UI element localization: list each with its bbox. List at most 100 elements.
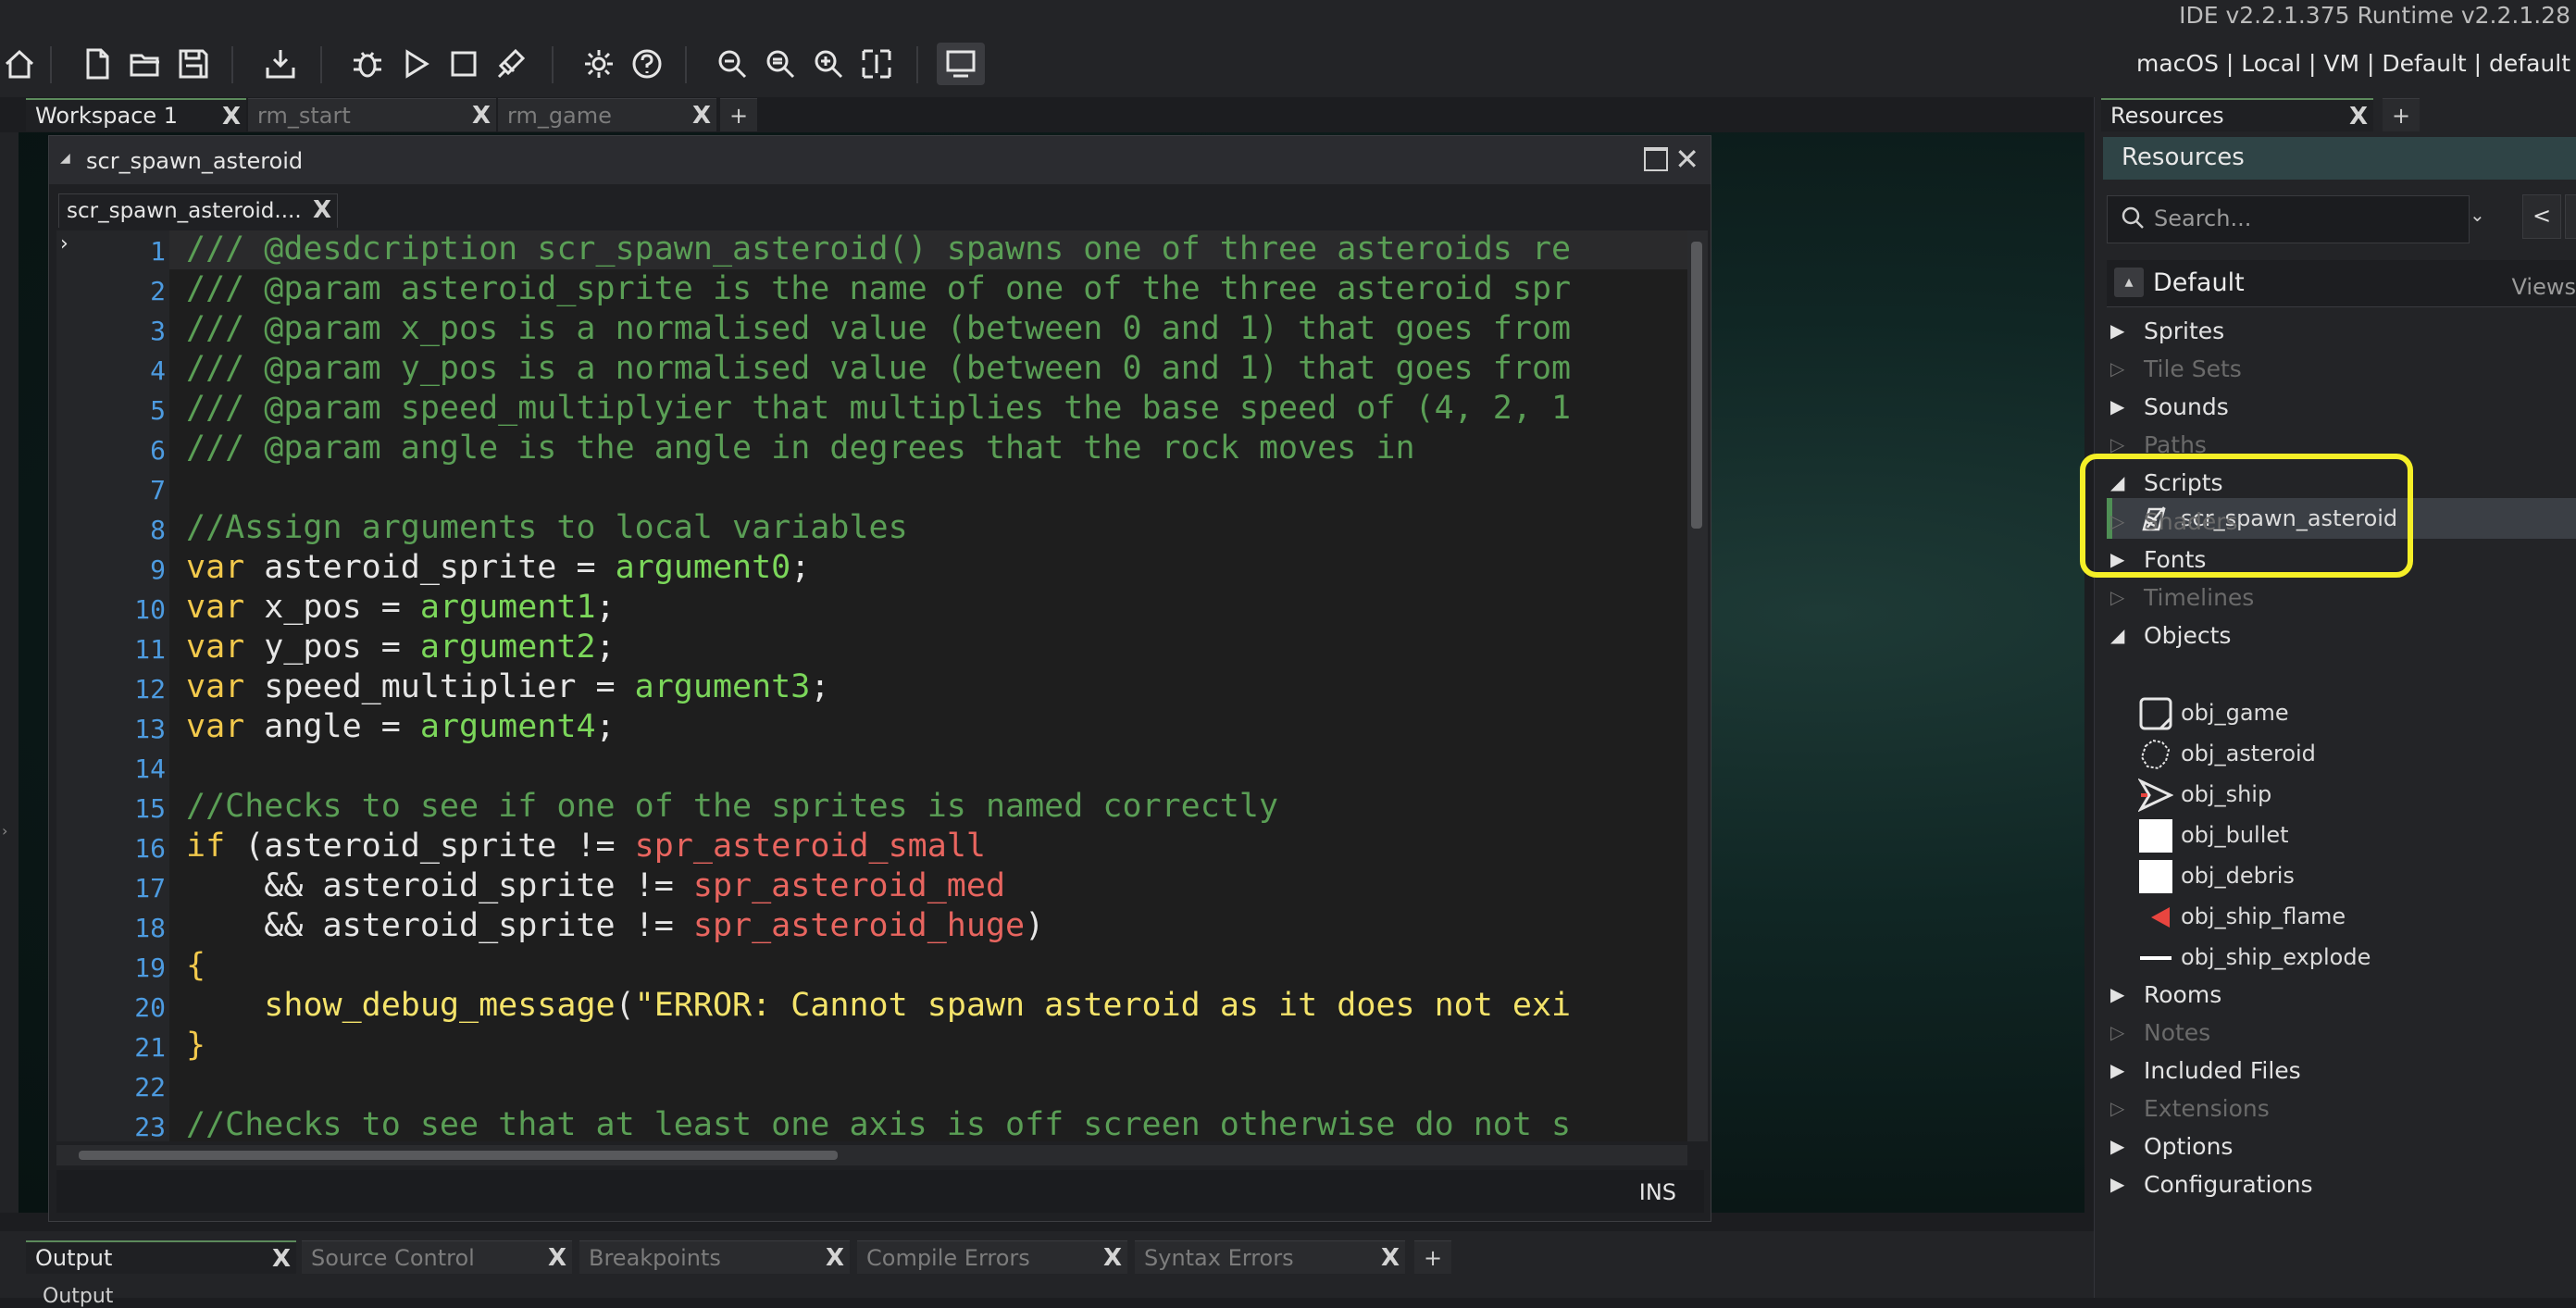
- line-number: 21: [134, 1032, 166, 1063]
- collapsed-arrow-icon[interactable]: ▶: [2110, 983, 2124, 1005]
- toolbar-divider: [916, 46, 918, 83]
- settings-icon[interactable]: [579, 43, 618, 85]
- tab-breakpoints[interactable]: Breakpoints X: [579, 1240, 850, 1274]
- code-line: var angle = argument4;: [186, 708, 616, 745]
- nav-back-button[interactable]: <: [2522, 194, 2561, 239]
- code-window-title: scr_spawn_asteroid: [86, 148, 304, 174]
- chevron-down-icon[interactable]: ⌄: [2470, 204, 2485, 226]
- code-editor-window: ◢ scr_spawn_asteroid ✕ scr_spawn_asteroi…: [48, 135, 1711, 1222]
- nav-forward-button[interactable]: [2565, 194, 2576, 239]
- tab-rm-start[interactable]: rm_start X: [248, 98, 496, 131]
- code-window-titlebar[interactable]: ◢ scr_spawn_asteroid ✕: [49, 136, 1711, 184]
- expanded-arrow-icon[interactable]: ◢: [2110, 624, 2124, 646]
- tab-resources[interactable]: Resources X: [2101, 98, 2373, 131]
- line-number: 9: [150, 554, 166, 585]
- debug-icon[interactable]: [348, 43, 387, 85]
- code-token: var: [186, 589, 245, 626]
- tree-group-label: Included Files: [2144, 1057, 2301, 1084]
- box-outline-icon: [2139, 697, 2172, 730]
- help-icon[interactable]: [628, 43, 666, 85]
- tab-syntax-errors[interactable]: Syntax Errors X: [1135, 1240, 1405, 1274]
- close-icon[interactable]: X: [472, 102, 491, 130]
- collapse-triangle-icon[interactable]: ◢: [60, 151, 70, 166]
- export-icon[interactable]: [261, 43, 300, 85]
- white-square-icon: [2139, 860, 2172, 893]
- add-tab-button[interactable]: +: [2383, 98, 2420, 131]
- line-number: 16: [134, 833, 166, 864]
- collapsed-arrow-icon[interactable]: ▶: [2110, 1135, 2124, 1157]
- close-icon[interactable]: X: [313, 196, 331, 224]
- tab-label: Output: [35, 1245, 113, 1271]
- close-icon[interactable]: X: [272, 1245, 291, 1273]
- home-icon[interactable]: [0, 43, 39, 85]
- collapsed-arrow-icon[interactable]: ▷: [2110, 357, 2124, 380]
- close-icon[interactable]: X: [548, 1244, 566, 1272]
- close-icon[interactable]: X: [826, 1244, 844, 1272]
- collapsed-arrow-icon[interactable]: ▷: [2110, 586, 2124, 608]
- collapsed-arrow-icon[interactable]: ▶: [2110, 1059, 2124, 1081]
- tree-item-label: obj_asteroid: [2181, 741, 2316, 766]
- zoom-out-icon[interactable]: [713, 43, 752, 85]
- open-folder-icon[interactable]: [126, 43, 165, 85]
- tree-group-label: Shaders: [2144, 508, 2238, 535]
- tab-output[interactable]: Output X: [26, 1240, 296, 1274]
- default-view-row[interactable]: ▴ Default Views: [2107, 260, 2576, 307]
- close-icon[interactable]: X: [222, 103, 241, 131]
- collapsed-arrow-icon[interactable]: ▶: [2110, 548, 2124, 570]
- code-line: /// @param y_pos is a normalised value (…: [186, 350, 1571, 387]
- tab-source-control[interactable]: Source Control X: [302, 1240, 572, 1274]
- code-token: {: [186, 947, 206, 984]
- close-icon[interactable]: ✕: [1674, 142, 1699, 177]
- stop-icon[interactable]: [444, 43, 483, 85]
- expanded-arrow-icon[interactable]: ◢: [2110, 471, 2124, 493]
- add-tab-button[interactable]: +: [720, 98, 757, 131]
- code-token: //Checks to see if one of the sprites is…: [186, 788, 1279, 825]
- views-button[interactable]: Views: [2512, 274, 2576, 300]
- clean-icon[interactable]: [492, 43, 531, 85]
- close-icon[interactable]: X: [2349, 103, 2368, 131]
- chevron-right-icon[interactable]: ›: [2, 822, 7, 840]
- collapsed-arrow-icon[interactable]: ▶: [2110, 319, 2124, 342]
- script-subtab[interactable]: scr_spawn_asteroid.... X: [58, 193, 338, 228]
- code-token: var: [186, 668, 245, 705]
- fit-icon[interactable]: [857, 43, 896, 85]
- collapsed-arrow-icon[interactable]: ▷: [2110, 433, 2124, 455]
- tab-workspace-1[interactable]: Workspace 1 X: [26, 98, 246, 131]
- collapsed-arrow-icon[interactable]: ▷: [2110, 1021, 2124, 1043]
- code-line: && asteroid_sprite != spr_asteroid_huge): [186, 907, 1044, 944]
- default-view-label: Default: [2153, 268, 2245, 297]
- maximize-icon[interactable]: [1644, 147, 1668, 171]
- close-icon[interactable]: X: [1103, 1244, 1122, 1272]
- collapsed-arrow-icon[interactable]: ▷: [2110, 510, 2124, 532]
- target-config[interactable]: macOS | Local | VM | Default | default: [2136, 50, 2570, 77]
- zoom-in-icon[interactable]: [809, 43, 848, 85]
- horizontal-scroll-thumb[interactable]: [79, 1151, 838, 1160]
- collapsed-arrow-icon[interactable]: ▶: [2110, 395, 2124, 417]
- code-token: x_pos =: [244, 589, 420, 626]
- left-collapse-gutter[interactable]: [0, 132, 19, 1213]
- save-icon[interactable]: [174, 43, 213, 85]
- vertical-scrollbar[interactable]: [1687, 230, 1708, 1141]
- zoom-reset-icon[interactable]: [761, 43, 800, 85]
- code-token: ;: [595, 708, 616, 745]
- tab-rm-game[interactable]: rm_game X: [498, 98, 716, 131]
- code-token: angle =: [244, 708, 420, 745]
- tree-group-label: Configurations: [2144, 1171, 2313, 1198]
- horizontal-scrollbar[interactable]: [56, 1145, 1687, 1165]
- close-icon[interactable]: X: [1381, 1244, 1400, 1272]
- collapsed-arrow-icon[interactable]: ▶: [2110, 1173, 2124, 1195]
- add-tab-button[interactable]: +: [1414, 1240, 1451, 1274]
- code-token: (: [615, 987, 635, 1024]
- code-editor[interactable]: › 1 2 3 4 5 6 7 8 9 10 11 12 13 14 15 16 17 18 19 20 21 22 23/…: [56, 230, 1687, 1141]
- close-icon[interactable]: X: [692, 102, 711, 130]
- vertical-scroll-thumb[interactable]: [1691, 242, 1702, 529]
- tab-compile-errors[interactable]: Compile Errors X: [857, 1240, 1127, 1274]
- code-line: /// @param angle is the angle in degrees…: [186, 430, 1415, 467]
- new-file-icon[interactable]: [78, 43, 117, 85]
- subtab-label: scr_spawn_asteroid....: [67, 199, 302, 223]
- collapsed-arrow-icon[interactable]: ▷: [2110, 1097, 2124, 1119]
- play-icon[interactable]: [396, 43, 435, 85]
- window-icon[interactable]: [937, 43, 985, 85]
- code-token: && asteroid_sprite !=: [186, 867, 693, 904]
- resource-search-input[interactable]: Search...: [2107, 195, 2470, 243]
